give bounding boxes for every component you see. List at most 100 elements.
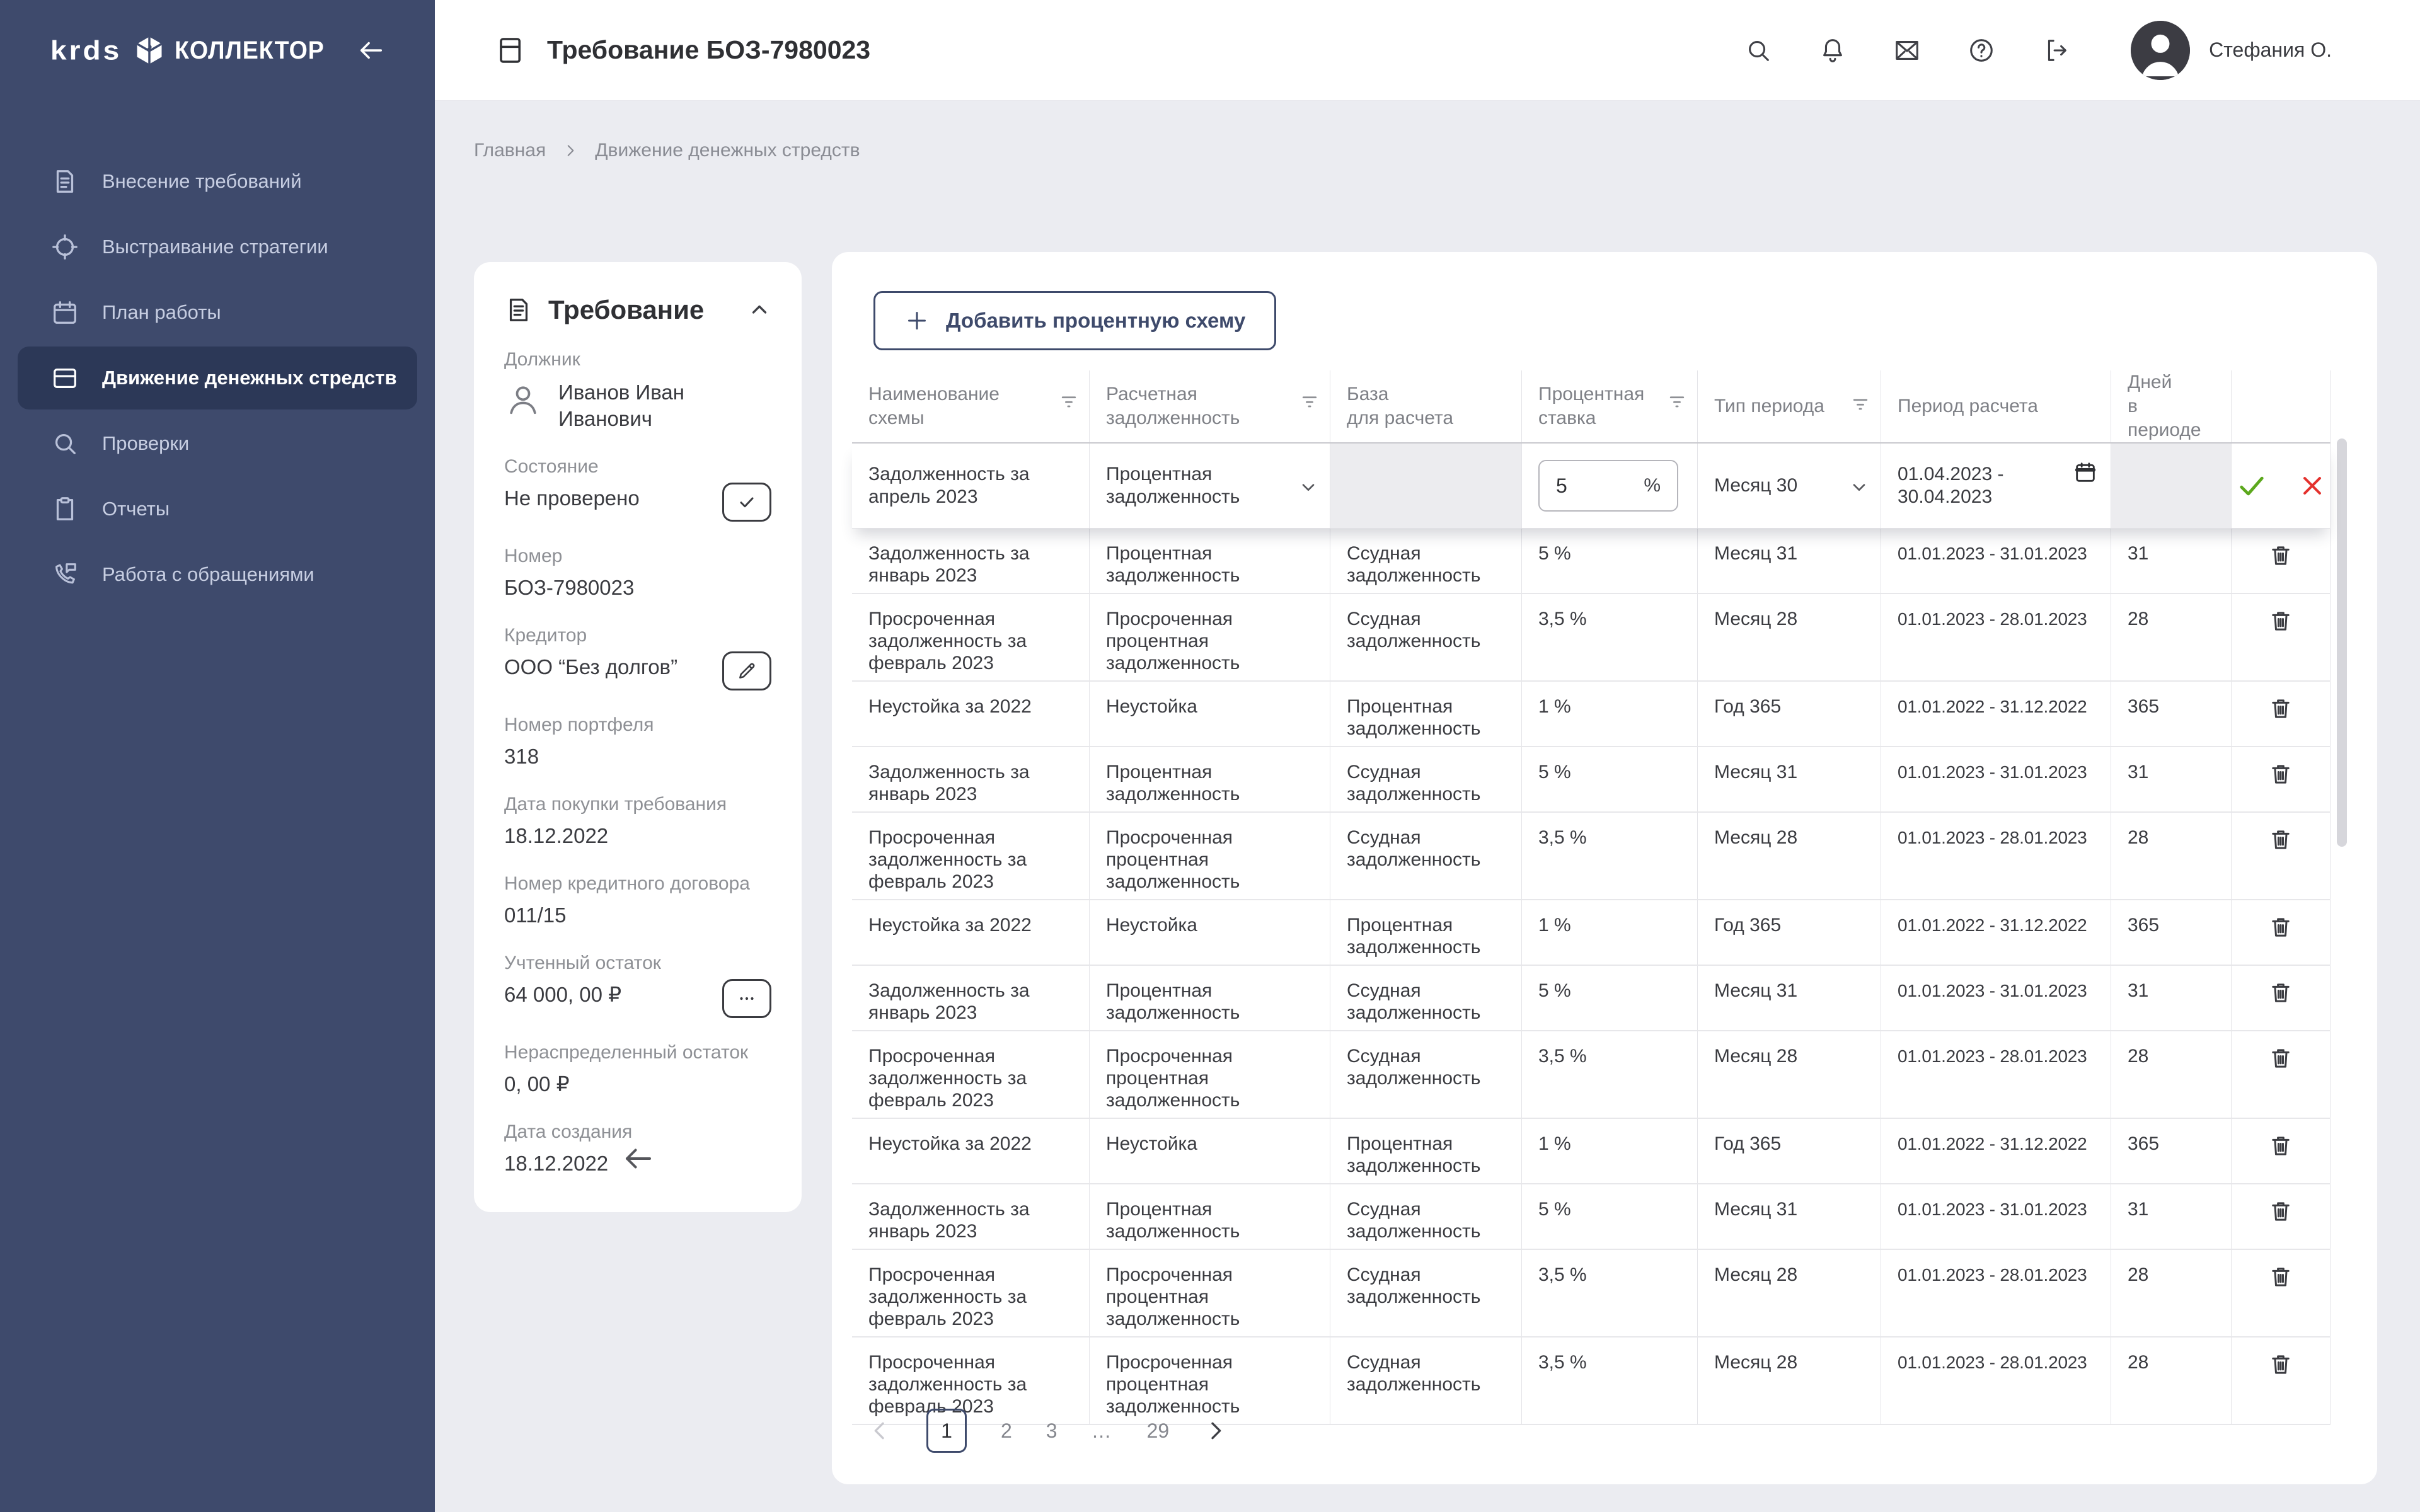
filter-icon[interactable] (1666, 389, 1688, 412)
column-header-name[interactable]: Наименование схемы (852, 370, 1090, 442)
trash-icon (2267, 608, 2294, 634)
sidebar-item-proverki[interactable]: Проверки (18, 412, 417, 475)
edit-period-type-dropdown[interactable]: Месяц 30 (1698, 444, 1881, 528)
delete-row-button[interactable] (2264, 1129, 2298, 1163)
verify-claim-button[interactable] (722, 483, 771, 522)
column-header-rate[interactable]: Процентная ставка (1522, 370, 1698, 442)
trash-icon (2267, 696, 2294, 722)
search-icon (1744, 36, 1773, 65)
breadcrumb: Главная Движение денежных стредств (474, 140, 860, 161)
calendar-icon[interactable] (2073, 460, 2098, 485)
pencil-icon (736, 660, 758, 682)
check-icon (2235, 469, 2268, 502)
edit-name-cell[interactable]: Задолженность за апрель 2023 (852, 444, 1090, 528)
card-icon (495, 33, 529, 67)
field-label: Учтенный остаток (504, 951, 771, 975)
filter-icon[interactable] (1849, 392, 1872, 415)
sidebar-item-rabota-s-obrascheniyami[interactable]: Работа с обращениями (18, 543, 417, 606)
field-unallocated: Нераспределенный остаток 0, 00 ₽ (504, 1041, 771, 1097)
schemes-table: Наименование схемы Расчетная задолженнос… (852, 370, 2331, 1425)
sidebar-item-otchety[interactable]: Отчеты (18, 478, 417, 541)
page-next-button[interactable] (1203, 1418, 1228, 1443)
column-header-days[interactable]: Дней в периоде (2111, 370, 2232, 442)
edit-debt-type-dropdown[interactable]: Процентная задолженность (1090, 444, 1330, 528)
page-title: Требование БОЗ-7980023 (547, 35, 870, 65)
sidebar-item-label: Движение денежных стредств (102, 367, 397, 389)
cancel-row-button[interactable] (2298, 472, 2326, 500)
logout-icon (2041, 36, 2070, 65)
plus-icon (904, 308, 930, 333)
field-contract: Номер кредитного договора 011/15 (504, 872, 771, 929)
page-button-3[interactable]: 3 (1046, 1419, 1057, 1443)
sidebar-item-label: Проверки (102, 432, 189, 455)
logout-button[interactable] (2041, 36, 2070, 65)
field-label: Нераспределенный остаток (504, 1041, 771, 1065)
delete-row-button[interactable] (2264, 910, 2298, 944)
trash-icon (2267, 761, 2294, 788)
confirm-row-button[interactable] (2235, 469, 2268, 502)
card-icon (50, 364, 79, 392)
booked-balance: 64 000, 00 ₽ (504, 982, 621, 1008)
table-header-row: Наименование схемы Расчетная задолженнос… (852, 370, 2331, 444)
chevron-down-icon (1298, 477, 1318, 497)
delete-row-button[interactable] (2264, 1260, 2298, 1294)
sidebar-item-dvizhenie-denezhnyh-sredstv[interactable]: Движение денежных стредств (18, 346, 417, 410)
balance-more-button[interactable] (722, 979, 771, 1018)
delete-row-button[interactable] (2264, 1041, 2298, 1075)
edit-days-cell-disabled (2111, 444, 2232, 528)
table-row: Просроченная задолженность за февраль 20… (852, 1250, 2331, 1337)
edit-period-cell[interactable]: 01.04.2023 - 30.04.2023 (1881, 444, 2111, 528)
table-scrollbar-thumb[interactable] (2337, 438, 2347, 847)
debtor-name[interactable]: Иванов Иван Иванович (558, 379, 729, 432)
delete-row-button[interactable] (2264, 539, 2298, 573)
page-button-1[interactable]: 1 (926, 1409, 967, 1453)
user-name[interactable]: Стефания О. (2209, 38, 2332, 62)
field-label: Номер (504, 544, 771, 568)
help-button[interactable] (1967, 36, 1996, 65)
back-button[interactable] (621, 1142, 655, 1176)
avatar[interactable] (2131, 21, 2190, 80)
delete-row-button[interactable] (2264, 692, 2298, 726)
delete-row-button[interactable] (2264, 757, 2298, 791)
notifications-button[interactable] (1818, 36, 1847, 65)
arrow-left-icon (357, 36, 386, 65)
page-prev-button[interactable] (867, 1418, 892, 1443)
phone-chat-icon (50, 560, 79, 589)
delete-row-button[interactable] (2264, 1348, 2298, 1382)
column-header-period-type[interactable]: Тип периода (1698, 370, 1881, 442)
collapse-card-button[interactable] (747, 298, 771, 322)
add-scheme-button[interactable]: Добавить процентную схему (873, 291, 1276, 350)
collapse-sidebar-button[interactable] (357, 36, 386, 65)
sidebar-item-label: Внесение требований (102, 170, 302, 193)
search-button[interactable] (1744, 36, 1773, 65)
page-button-2[interactable]: 2 (1001, 1419, 1012, 1443)
column-header-period[interactable]: Период расчета (1881, 370, 2111, 442)
filter-icon[interactable] (1057, 389, 1080, 412)
edit-rate-cell: 5 % (1522, 444, 1698, 528)
topbar-icons (1744, 36, 2070, 65)
delete-row-button[interactable] (2264, 823, 2298, 857)
breadcrumb-home[interactable]: Главная (474, 140, 546, 161)
sidebar-item-label: Отчеты (102, 498, 170, 520)
page-button-29[interactable]: 29 (1147, 1419, 1170, 1443)
status-badge: Не проверено (504, 485, 640, 512)
schemes-panel: Добавить процентную схему Наименование с… (832, 252, 2377, 1484)
sidebar-item-vystraivanie-strategii[interactable]: Выстраивание стратегии (18, 215, 417, 278)
delete-row-button[interactable] (2264, 604, 2298, 638)
person-icon (504, 381, 542, 432)
filter-icon[interactable] (1298, 389, 1321, 412)
brand-wordmark: krds (50, 35, 122, 66)
document-lines-icon (504, 295, 533, 324)
field-number: Номер БОЗ-7980023 (504, 544, 771, 601)
sidebar-item-vnesenie-trebovaniy[interactable]: Внесение требований (18, 150, 417, 213)
delete-row-button[interactable] (2264, 1194, 2298, 1228)
delete-row-button[interactable] (2264, 976, 2298, 1010)
sidebar-item-plan-raboty[interactable]: План работы (18, 281, 417, 344)
column-header-base[interactable]: База для расчета (1330, 370, 1522, 442)
trash-icon (2267, 542, 2294, 569)
messages-button[interactable] (1893, 36, 1922, 65)
rate-input[interactable]: 5 % (1538, 460, 1678, 512)
edit-creditor-button[interactable] (722, 651, 771, 690)
column-header-debt-type[interactable]: Расчетная задолженность (1090, 370, 1330, 442)
chevron-left-icon (867, 1418, 892, 1443)
